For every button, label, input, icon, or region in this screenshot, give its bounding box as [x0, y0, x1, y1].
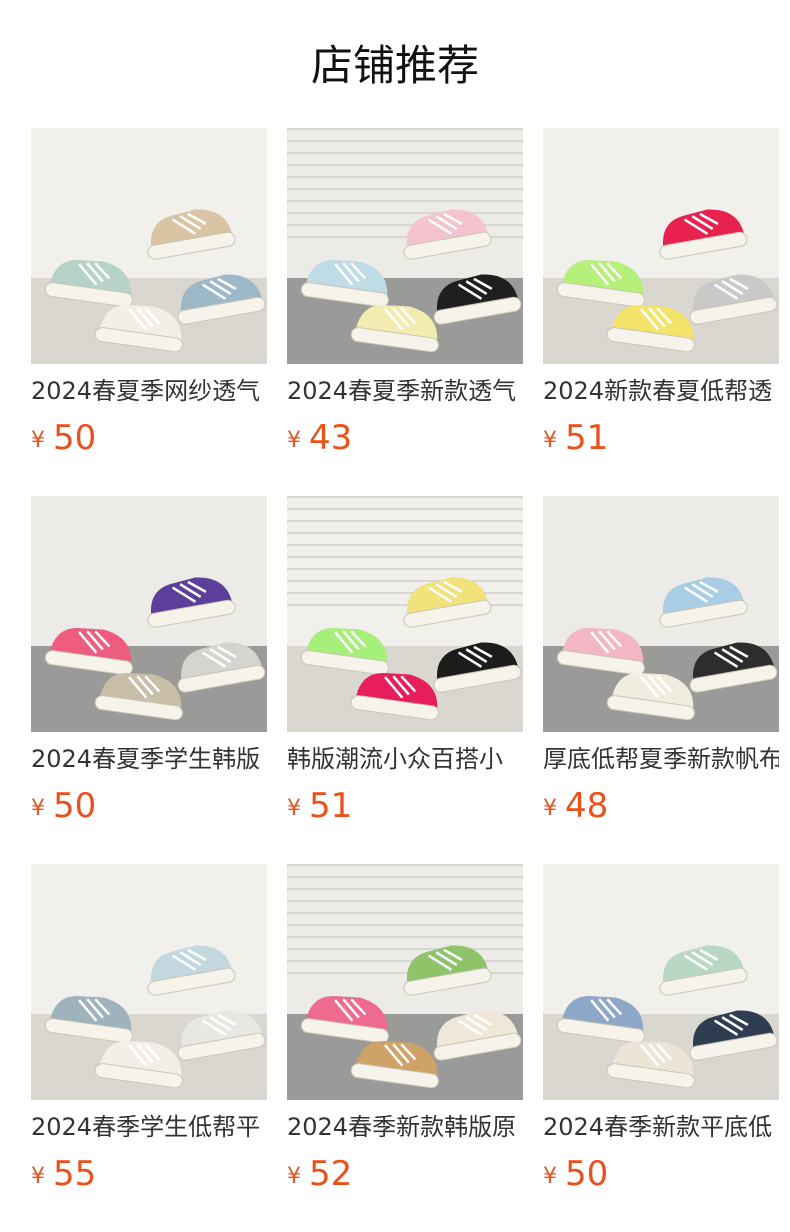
product-price: ¥55 — [31, 1152, 267, 1196]
currency-symbol: ¥ — [543, 1164, 557, 1189]
currency-symbol: ¥ — [31, 796, 45, 821]
product-name[interactable]: 2024春季学生低帮平 — [31, 1110, 267, 1144]
price-amount: 50 — [53, 418, 97, 458]
product-card[interactable]: 2024春夏季新款透气 ¥43 — [287, 128, 523, 484]
currency-symbol: ¥ — [287, 1164, 301, 1189]
price-amount: 51 — [565, 418, 609, 458]
product-card[interactable]: 厚底低帮夏季新款帆布 ¥48 — [543, 496, 779, 852]
product-price: ¥50 — [543, 1152, 779, 1196]
neon-sneakers-photo[interactable] — [287, 496, 523, 732]
product-name[interactable]: 2024春季新款韩版原 — [287, 1110, 523, 1144]
product-card[interactable]: 2024春季学生低帮平 ¥55 — [31, 864, 267, 1220]
colorful-sneakers-photo[interactable] — [543, 128, 779, 364]
product-card[interactable]: 2024春季新款平底低 ¥50 — [543, 864, 779, 1220]
product-grid: 2024春夏季网纱透气 ¥50 2024春夏季新款透气 ¥43 2024新款春夏… — [31, 128, 779, 1220]
product-name[interactable]: 2024春夏季网纱透气 — [31, 374, 267, 408]
kids-sneakers-photo[interactable] — [287, 864, 523, 1100]
product-price: ¥48 — [543, 784, 779, 828]
price-amount: 51 — [309, 786, 353, 826]
product-card[interactable]: 2024新款春夏低帮透 ¥51 — [543, 128, 779, 484]
product-price: ¥50 — [31, 416, 267, 460]
page-title: 店铺推荐 — [310, 41, 479, 90]
product-price: ¥43 — [287, 416, 523, 460]
product-price: ¥51 — [287, 784, 523, 828]
platform-canvas-sneakers-photo[interactable] — [543, 496, 779, 732]
grey-blue-sneaker-photo[interactable] — [31, 864, 267, 1100]
price-amount: 50 — [565, 1154, 609, 1194]
product-name[interactable]: 厚底低帮夏季新款帆布 — [543, 742, 779, 776]
canvas-sneakers-pile-photo[interactable] — [287, 128, 523, 364]
product-price: ¥51 — [543, 416, 779, 460]
product-name[interactable]: 2024新款春夏低帮透 — [543, 374, 779, 408]
price-amount: 50 — [53, 786, 97, 826]
product-card[interactable]: 韩版潮流小众百搭小 ¥51 — [287, 496, 523, 852]
price-amount: 48 — [565, 786, 609, 826]
product-name[interactable]: 2024春季新款平底低 — [543, 1110, 779, 1144]
currency-symbol: ¥ — [31, 428, 45, 453]
product-card[interactable]: 2024春夏季网纱透气 ¥50 — [31, 128, 267, 484]
currency-symbol: ¥ — [543, 428, 557, 453]
currency-symbol: ¥ — [31, 1164, 45, 1189]
store-recommendations-page: 店铺推荐 2024春夏季网纱透气 ¥50 2024春夏季新款透气 ¥43 202… — [0, 0, 790, 1232]
price-amount: 55 — [53, 1154, 97, 1194]
product-price: ¥52 — [287, 1152, 523, 1196]
product-name[interactable]: 2024春夏季学生韩版 — [31, 742, 267, 776]
product-name[interactable]: 韩版潮流小众百搭小 — [287, 742, 523, 776]
currency-symbol: ¥ — [287, 796, 301, 821]
sneakers-pastel-pile-photo[interactable] — [31, 128, 267, 364]
retro-sneakers-photo[interactable] — [31, 496, 267, 732]
suede-sneakers-photo[interactable] — [543, 864, 779, 1100]
currency-symbol: ¥ — [543, 796, 557, 821]
product-price: ¥50 — [31, 784, 267, 828]
product-name[interactable]: 2024春夏季新款透气 — [287, 374, 523, 408]
price-amount: 52 — [309, 1154, 353, 1194]
product-card[interactable]: 2024春季新款韩版原 ¥52 — [287, 864, 523, 1220]
price-amount: 43 — [309, 418, 353, 458]
product-card[interactable]: 2024春夏季学生韩版 ¥50 — [31, 496, 267, 852]
currency-symbol: ¥ — [287, 428, 301, 453]
